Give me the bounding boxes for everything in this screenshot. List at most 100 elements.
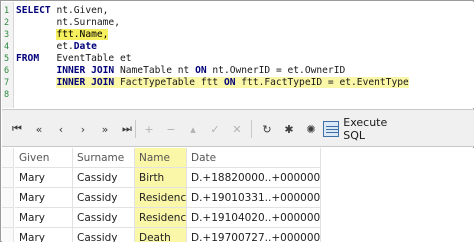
sql-line[interactable]: 2 nt.Surname,	[2, 17, 474, 29]
next-page-icon: »	[101, 122, 109, 136]
refresh-button[interactable]: ↻	[258, 120, 276, 138]
column-header-name[interactable]: Name	[135, 148, 187, 168]
sql-editor[interactable]: 1 SELECT nt.Given, 2 nt.Surname, 3 ftt.Name…	[2, 2, 474, 108]
first-record-button[interactable]: ⏮	[8, 120, 26, 138]
cell-name[interactable]: Birth	[135, 168, 187, 188]
line-number: 5	[4, 54, 10, 64]
cell-surname[interactable]: Cassidy	[73, 188, 135, 208]
cell-name[interactable]: Residence	[135, 208, 187, 228]
clear-filter-icon: ✺	[306, 122, 316, 136]
delete-record-button[interactable]: −	[162, 120, 180, 138]
edit-record-button[interactable]: ▴	[184, 120, 202, 138]
column-header-date[interactable]: Date	[187, 148, 321, 168]
cell-date[interactable]: D.+18820000..+00000000..	[187, 168, 321, 188]
next-record-icon: ›	[80, 122, 86, 136]
cell-surname[interactable]: Cassidy	[73, 208, 135, 228]
sql-token: FactTypeTable ftt	[119, 77, 224, 88]
toolbar-separator	[251, 120, 252, 138]
line-number: 8	[4, 90, 10, 100]
first-record-icon: ⏮	[12, 122, 22, 135]
last-record-button[interactable]: ⏭	[118, 120, 136, 138]
set-filter-button[interactable]: ✱	[280, 120, 298, 138]
last-record-icon: ⏭	[122, 122, 132, 135]
cell-name[interactable]: Death	[135, 228, 187, 242]
sql-line[interactable]: 4 et.Date	[2, 41, 474, 53]
table-row[interactable]: Mary Cassidy Residence D.+19104020..+000…	[2, 208, 474, 228]
sql-code: FROM EventTable et	[16, 53, 132, 65]
line-number: 6	[4, 66, 10, 76]
execute-sql-button[interactable]: Execute SQL	[320, 116, 406, 142]
line-number: 7	[4, 78, 10, 88]
edit-record-icon: ▴	[190, 122, 196, 136]
cell-given[interactable]: Mary	[15, 228, 73, 242]
sql-code: et.Date	[16, 41, 97, 53]
sql-line[interactable]: 5 FROM EventTable et	[2, 53, 474, 65]
sql-token: ON	[195, 65, 213, 76]
sql-token: ftt.FactTypeID = et.EventType	[241, 77, 409, 88]
line-number: 3	[4, 30, 10, 40]
cell-given[interactable]: Mary	[15, 208, 73, 228]
line-number: 1	[4, 6, 10, 16]
sql-code: SELECT nt.Given,	[16, 5, 108, 17]
sql-token: et.	[56, 41, 74, 52]
clear-filter-button[interactable]: ✺	[302, 120, 320, 138]
line-number: 2	[4, 18, 10, 28]
sql-line[interactable]: 1 SELECT nt.Given,	[2, 5, 474, 17]
column-header-given[interactable]: Given	[15, 148, 73, 168]
sql-line[interactable]: 6 INNER JOIN NameTable nt ON nt.OwnerID …	[2, 65, 474, 77]
execute-sql-icon	[323, 121, 340, 137]
previous-record-icon: ‹	[58, 122, 64, 136]
sql-line[interactable]: 3 ftt.Name,	[2, 29, 474, 41]
sql-token: SELECT	[16, 5, 57, 16]
sql-token: nt.Given,	[56, 5, 109, 16]
cell-date[interactable]: D.+19010331..+00000000..	[187, 188, 321, 208]
cell-date[interactable]: D.+19700727..+00000000..	[187, 228, 321, 242]
row-selector[interactable]	[2, 188, 14, 208]
insert-record-button[interactable]: +	[140, 120, 158, 138]
previous-record-button[interactable]: ‹	[52, 120, 70, 138]
cell-surname[interactable]: Cassidy	[73, 168, 135, 188]
table-row[interactable]: Mary Cassidy Birth D.+18820000..+0000000…	[2, 168, 474, 188]
sql-token: nt.Surname,	[56, 17, 120, 28]
execute-sql-label: Execute SQL	[343, 116, 388, 142]
table-row[interactable]: Mary Cassidy Residence D.+19010331..+000…	[2, 188, 474, 208]
refresh-icon: ↻	[262, 122, 272, 136]
cancel-edit-icon: ✕	[232, 122, 242, 136]
sql-token: INNER JOIN	[56, 77, 120, 88]
sql-token: FROM	[16, 53, 57, 64]
insert-record-icon: +	[144, 122, 154, 136]
post-edit-icon: ✓	[210, 122, 220, 136]
row-selector[interactable]	[2, 208, 14, 228]
sql-token: Date	[73, 41, 97, 52]
cell-date[interactable]: D.+19104020..+00000000..	[187, 208, 321, 228]
sql-code: ftt.Name,	[16, 29, 109, 41]
row-selector[interactable]	[2, 228, 14, 242]
column-header-surname[interactable]: Surname	[73, 148, 135, 168]
cell-surname[interactable]: Cassidy	[73, 228, 135, 242]
sql-line[interactable]: 7 INNER JOIN FactTypeTable ftt ON ftt.Fa…	[2, 77, 474, 89]
sql-code: INNER JOIN NameTable nt ON nt.OwnerID = …	[16, 65, 345, 77]
sql-line[interactable]: 8	[2, 89, 474, 101]
cell-given[interactable]: Mary	[15, 168, 73, 188]
sql-token: EventTable et	[56, 53, 132, 64]
sql-token: ftt.Name,	[56, 29, 109, 40]
header-row: Given Surname Name Date	[2, 148, 474, 168]
cell-name[interactable]: Residence	[135, 188, 187, 208]
sql-token: NameTable nt	[119, 65, 196, 76]
next-page-button[interactable]: »	[96, 120, 114, 138]
row-selector[interactable]	[2, 168, 14, 188]
post-edit-button[interactable]: ✓	[206, 120, 224, 138]
next-record-button[interactable]: ›	[74, 120, 92, 138]
delete-record-icon: −	[166, 122, 176, 136]
results-grid[interactable]: Given Surname Name Date Mary Cassidy Bir…	[2, 148, 474, 242]
cell-given[interactable]: Mary	[15, 188, 73, 208]
previous-page-icon: «	[35, 122, 43, 136]
sql-token: INNER JOIN	[56, 65, 120, 76]
table-row[interactable]: Mary Cassidy Death D.+19700727..+0000000…	[2, 228, 474, 242]
previous-page-button[interactable]: «	[30, 120, 48, 138]
cancel-edit-button[interactable]: ✕	[228, 120, 246, 138]
